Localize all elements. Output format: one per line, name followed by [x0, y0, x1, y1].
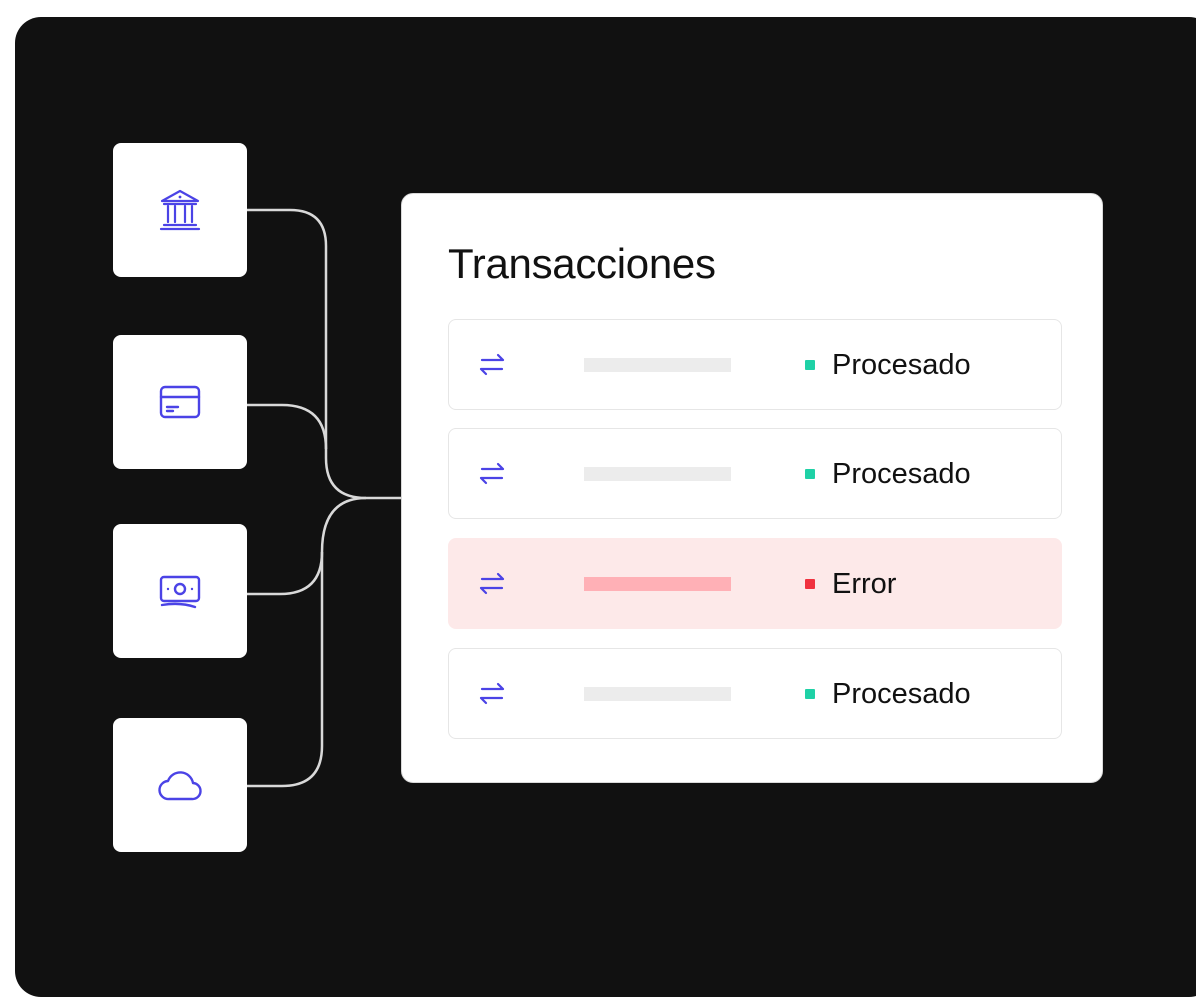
status-label: Procesado [832, 458, 971, 490]
transaction-row[interactable]: Procesado [448, 648, 1062, 739]
status-indicator [805, 469, 815, 479]
source-tile-cloud[interactable] [113, 718, 247, 852]
transactions-panel: Transacciones Procesado Procesado Error [401, 193, 1103, 783]
transaction-row[interactable]: Procesado [448, 428, 1062, 519]
connector-bank [247, 208, 401, 500]
amount-placeholder [584, 358, 731, 372]
cloud-icon [158, 771, 202, 801]
status-indicator [805, 579, 815, 589]
status-label: Procesado [832, 678, 971, 710]
transfer-arrows-icon [479, 682, 505, 705]
amount-placeholder [584, 687, 731, 701]
source-tile-card[interactable] [113, 335, 247, 469]
status-label: Error [832, 568, 897, 600]
transaction-row[interactable]: Procesado [448, 319, 1062, 410]
connector-cash [247, 496, 367, 596]
connector-card [247, 403, 328, 450]
panel-title: Transacciones [448, 240, 716, 287]
amount-placeholder [584, 577, 731, 591]
source-tile-bank[interactable] [113, 143, 247, 277]
connector-cloud [247, 552, 324, 788]
cash-icon [159, 575, 201, 609]
transfer-arrows-icon [479, 353, 505, 376]
status-label: Procesado [832, 349, 971, 381]
transaction-row-error[interactable]: Error [448, 538, 1062, 629]
source-tile-cash[interactable] [113, 524, 247, 658]
status-indicator [805, 360, 815, 370]
amount-placeholder [584, 467, 731, 481]
status-indicator [805, 689, 815, 699]
transfer-arrows-icon [479, 572, 505, 595]
credit-card-icon [159, 385, 201, 419]
bank-icon [159, 189, 201, 231]
transfer-arrows-icon [479, 462, 505, 485]
